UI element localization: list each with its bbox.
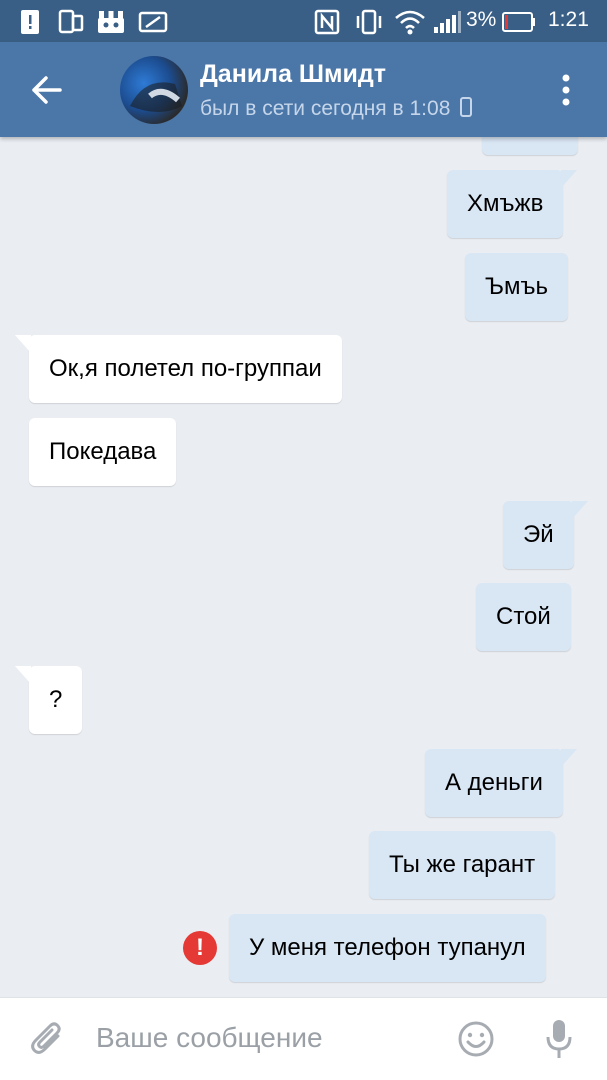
more-vertical-icon[interactable]	[551, 70, 581, 110]
message-bubble-incoming[interactable]: Покедава	[29, 418, 177, 486]
last-seen-text: был в сети сегодня в 1:08	[200, 97, 451, 120]
battery-low-icon	[502, 12, 535, 32]
composer: Ваше сообщение	[0, 997, 607, 1080]
sim-alert-icon	[21, 10, 39, 34]
message-input[interactable]: Ваше сообщение	[96, 1022, 323, 1054]
nfc-icon	[314, 9, 340, 35]
message-bubble-outgoing-failed[interactable]: У меня телефон тупанул	[229, 914, 546, 982]
avatar[interactable]	[120, 56, 188, 124]
mobile-phone-icon	[460, 97, 473, 117]
message-bubble-outgoing[interactable]: Стой	[476, 583, 571, 651]
back-arrow-icon[interactable]	[22, 68, 72, 112]
battery-percent: 3%	[466, 8, 497, 31]
signal-icon	[434, 11, 461, 33]
message-bubble-partial	[482, 137, 578, 155]
message-bubble-incoming[interactable]: Ок,я полетел по-группаи	[15, 335, 342, 403]
contact-status: был в сети сегодня в 1:08	[200, 97, 473, 121]
message-list[interactable]: Хмъжв Ъмъь Ок,я полетел по-группаи Покед…	[0, 137, 607, 997]
send-error-icon[interactable]: !	[183, 931, 217, 965]
contact-name[interactable]: Данила Шмидт	[200, 60, 386, 89]
message-bubble-outgoing[interactable]: Ъмъь	[465, 253, 568, 321]
vibrate-icon	[356, 9, 382, 35]
feather-notification-icon	[138, 11, 168, 33]
message-bubble-incoming[interactable]: ?	[14, 666, 83, 734]
wifi-icon	[395, 10, 425, 35]
smiley-icon[interactable]	[457, 1020, 495, 1058]
message-bubble-outgoing[interactable]: Ты же гарант	[369, 831, 556, 899]
message-bubble-outgoing[interactable]: А деньги	[425, 749, 577, 817]
microphone-icon[interactable]	[544, 1018, 574, 1060]
message-bubble-outgoing[interactable]: Хмъжв	[447, 170, 578, 238]
app-notification-icon	[98, 11, 124, 33]
status-time: 1:21	[548, 8, 589, 31]
status-bar: 3% 1:21	[0, 0, 607, 42]
paperclip-icon[interactable]	[28, 1020, 68, 1060]
message-bubble-outgoing[interactable]: Эй	[503, 501, 588, 569]
screen-mirror-icon	[58, 9, 84, 34]
chat-header: Данила Шмидт был в сети сегодня в 1:08	[0, 42, 607, 137]
